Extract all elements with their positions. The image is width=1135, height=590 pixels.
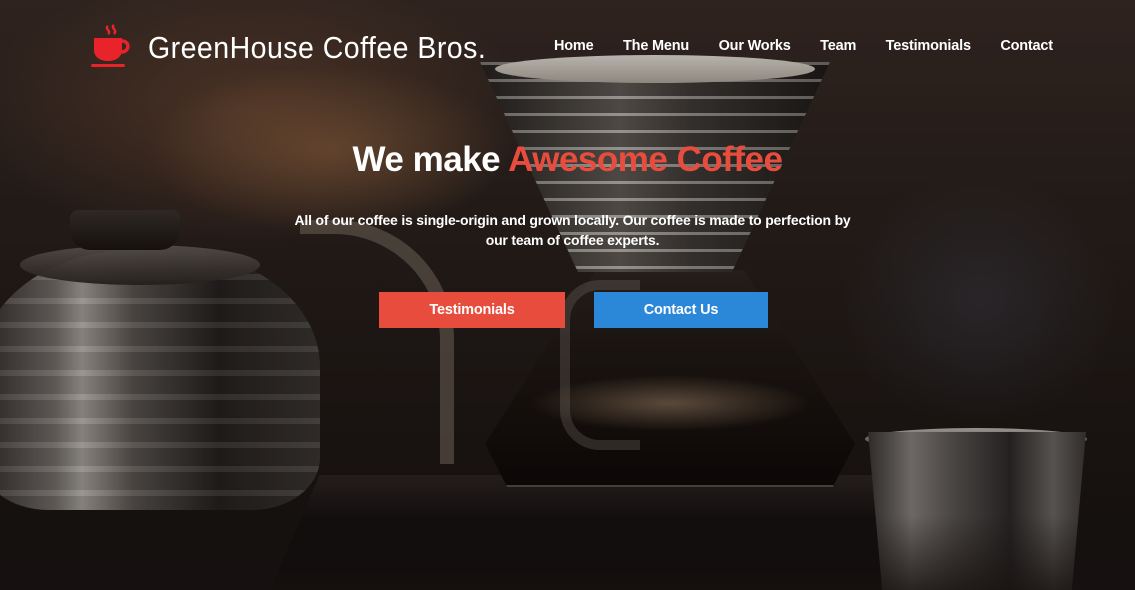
nav-item-contact[interactable]: Contact (1000, 38, 1053, 54)
nav-item-home[interactable]: Home (554, 38, 594, 54)
nav-item-the-menu[interactable]: The Menu (623, 38, 689, 54)
nav-item-testimonials[interactable]: Testimonials (886, 38, 971, 54)
nav-item-team[interactable]: Team (820, 38, 856, 54)
nav-item-our-works[interactable]: Our Works (719, 38, 791, 54)
brand-name: GreenHouse Coffee Bros. (148, 30, 487, 65)
dark-overlay (0, 0, 1135, 590)
contact-us-button[interactable]: Contact Us (594, 292, 768, 328)
hero-title-accent: Awesome Coffee (508, 140, 783, 179)
hero-title: We make Awesome Coffee (0, 140, 1135, 180)
brand-logo[interactable]: GreenHouse Coffee Bros. (88, 24, 516, 72)
coffee-cup-icon (91, 24, 130, 67)
hero-background-photo (0, 0, 1135, 590)
main-navigation: Home The Menu Our Works Team Testimonial… (554, 38, 1053, 54)
hero-subtitle: All of our coffee is single-origin and g… (294, 212, 851, 248)
hero-title-prefix: We make (352, 140, 509, 179)
testimonials-button[interactable]: Testimonials (379, 292, 565, 328)
